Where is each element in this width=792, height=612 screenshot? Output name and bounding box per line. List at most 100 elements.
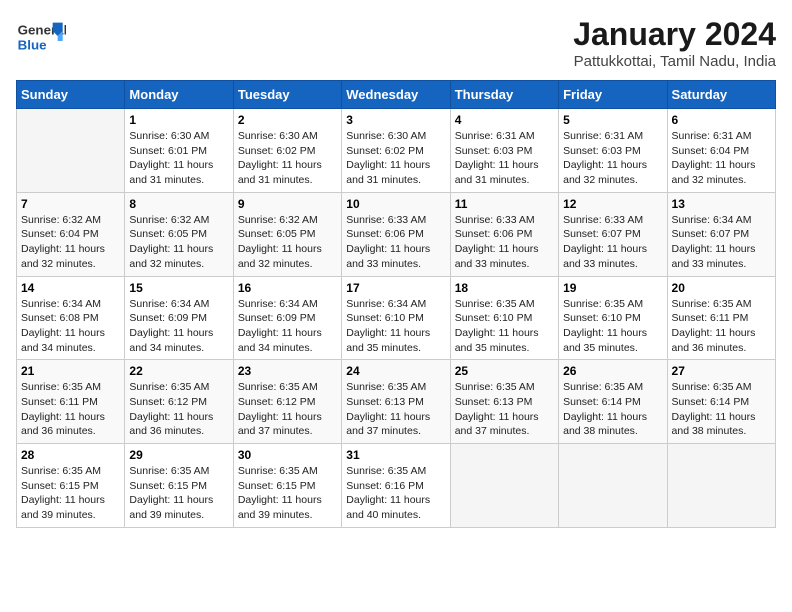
day-number: 5 — [563, 113, 662, 127]
calendar-cell: 26Sunrise: 6:35 AMSunset: 6:14 PMDayligh… — [559, 360, 667, 444]
calendar-cell: 27 Sunrise: 6:35 AMSunset: 6:14 PMDayligh… — [667, 360, 775, 444]
calendar-cell: 30 Sunrise: 6:35 AMSunset: 6:15 PMDayligh… — [233, 444, 341, 528]
day-info: Sunrise: 6:30 AMSunset: 6:02 PMDaylight:… — [346, 129, 445, 188]
day-info: Sunrise: 6:35 AMSunset: 6:12 PMDaylight:… — [238, 380, 337, 439]
calendar-cell: 17 Sunrise: 6:34 AMSunset: 6:10 PMDayligh… — [342, 276, 450, 360]
calendar-cell: 29Sunrise: 6:35 AMSunset: 6:15 PMDayligh… — [125, 444, 233, 528]
weekday-header-saturday: Saturday — [667, 81, 775, 109]
calendar-cell: 23 Sunrise: 6:35 AMSunset: 6:12 PMDayligh… — [233, 360, 341, 444]
day-info: Sunrise: 6:34 AMSunset: 6:09 PMDaylight:… — [129, 297, 228, 356]
day-number: 28 — [21, 448, 120, 462]
calendar-cell: 15 Sunrise: 6:34 AMSunset: 6:09 PMDayligh… — [125, 276, 233, 360]
subtitle: Pattukkottai, Tamil Nadu, India — [573, 53, 776, 70]
calendar-cell: 31 Sunrise: 6:35 AMSunset: 6:16 PMDayligh… — [342, 444, 450, 528]
calendar-table: SundayMondayTuesdayWednesdayThursdayFrid… — [16, 80, 776, 528]
calendar-cell: 10Sunrise: 6:33 AMSunset: 6:06 PMDayligh… — [342, 192, 450, 276]
calendar-cell: 18 Sunrise: 6:35 AMSunset: 6:10 PMDayligh… — [450, 276, 558, 360]
calendar-cell: 12 Sunrise: 6:33 AMSunset: 6:07 PMDayligh… — [559, 192, 667, 276]
day-number: 21 — [21, 364, 120, 378]
weekday-header-monday: Monday — [125, 81, 233, 109]
calendar-cell: 3 Sunrise: 6:30 AMSunset: 6:02 PMDaylight… — [342, 109, 450, 193]
day-number: 23 — [238, 364, 337, 378]
day-number: 24 — [346, 364, 445, 378]
svg-text:Blue: Blue — [18, 37, 47, 52]
weekday-header-row: SundayMondayTuesdayWednesdayThursdayFrid… — [17, 81, 776, 109]
day-number: 14 — [21, 281, 120, 295]
weekday-header-sunday: Sunday — [17, 81, 125, 109]
calendar-cell: 19 Sunrise: 6:35 AMSunset: 6:10 PMDayligh… — [559, 276, 667, 360]
calendar-cell — [450, 444, 558, 528]
weekday-header-friday: Friday — [559, 81, 667, 109]
calendar-week-2: 7 Sunrise: 6:32 AMSunset: 6:04 PMDaylight… — [17, 192, 776, 276]
day-number: 6 — [672, 113, 771, 127]
day-info: Sunrise: 6:35 AMSunset: 6:11 PMDaylight:… — [672, 297, 771, 356]
day-info: Sunrise: 6:34 AMSunset: 6:07 PMDaylight:… — [672, 213, 771, 272]
day-info: Sunrise: 6:33 AMSunset: 6:06 PMDaylight:… — [346, 213, 445, 272]
day-number: 27 — [672, 364, 771, 378]
page-header: General Blue January 2024 Pattukkottai, … — [16, 16, 776, 70]
day-number: 7 — [21, 197, 120, 211]
day-number: 8 — [129, 197, 228, 211]
calendar-cell: 16 Sunrise: 6:34 AMSunset: 6:09 PMDayligh… — [233, 276, 341, 360]
day-info: Sunrise: 6:35 AMSunset: 6:15 PMDaylight:… — [129, 464, 228, 523]
weekday-header-wednesday: Wednesday — [342, 81, 450, 109]
day-number: 3 — [346, 113, 445, 127]
day-info: Sunrise: 6:30 AMSunset: 6:02 PMDaylight:… — [238, 129, 337, 188]
day-info: Sunrise: 6:35 AMSunset: 6:10 PMDaylight:… — [563, 297, 662, 356]
calendar-cell: 1 Sunrise: 6:30 AMSunset: 6:01 PMDaylight… — [125, 109, 233, 193]
day-number: 25 — [455, 364, 554, 378]
day-number: 2 — [238, 113, 337, 127]
calendar-cell — [559, 444, 667, 528]
day-info: Sunrise: 6:35 AMSunset: 6:10 PMDaylight:… — [455, 297, 554, 356]
day-number: 17 — [346, 281, 445, 295]
day-info: Sunrise: 6:35 AMSunset: 6:15 PMDaylight:… — [238, 464, 337, 523]
day-number: 18 — [455, 281, 554, 295]
calendar-cell: 5 Sunrise: 6:31 AMSunset: 6:03 PMDaylight… — [559, 109, 667, 193]
day-info: Sunrise: 6:35 AMSunset: 6:11 PMDaylight:… — [21, 380, 120, 439]
logo-svg: General Blue — [16, 16, 66, 56]
calendar-cell: 14 Sunrise: 6:34 AMSunset: 6:08 PMDayligh… — [17, 276, 125, 360]
day-info: Sunrise: 6:30 AMSunset: 6:01 PMDaylight:… — [129, 129, 228, 188]
calendar-cell: 2 Sunrise: 6:30 AMSunset: 6:02 PMDaylight… — [233, 109, 341, 193]
day-number: 1 — [129, 113, 228, 127]
day-number: 26 — [563, 364, 662, 378]
day-info: Sunrise: 6:35 AMSunset: 6:15 PMDaylight:… — [21, 464, 120, 523]
day-info: Sunrise: 6:33 AMSunset: 6:07 PMDaylight:… — [563, 213, 662, 272]
calendar-cell — [667, 444, 775, 528]
day-number: 31 — [346, 448, 445, 462]
day-info: Sunrise: 6:35 AMSunset: 6:14 PMDaylight:… — [672, 380, 771, 439]
main-title: January 2024 — [573, 16, 776, 53]
day-number: 30 — [238, 448, 337, 462]
calendar-cell: 25Sunrise: 6:35 AMSunset: 6:13 PMDayligh… — [450, 360, 558, 444]
weekday-header-thursday: Thursday — [450, 81, 558, 109]
calendar-cell: 8 Sunrise: 6:32 AMSunset: 6:05 PMDaylight… — [125, 192, 233, 276]
day-info: Sunrise: 6:32 AMSunset: 6:04 PMDaylight:… — [21, 213, 120, 272]
day-info: Sunrise: 6:35 AMSunset: 6:16 PMDaylight:… — [346, 464, 445, 523]
calendar-header: SundayMondayTuesdayWednesdayThursdayFrid… — [17, 81, 776, 109]
calendar-cell: 9 Sunrise: 6:32 AMSunset: 6:05 PMDaylight… — [233, 192, 341, 276]
weekday-header-tuesday: Tuesday — [233, 81, 341, 109]
calendar-cell: 21 Sunrise: 6:35 AMSunset: 6:11 PMDayligh… — [17, 360, 125, 444]
day-info: Sunrise: 6:31 AMSunset: 6:03 PMDaylight:… — [455, 129, 554, 188]
day-number: 15 — [129, 281, 228, 295]
day-info: Sunrise: 6:34 AMSunset: 6:09 PMDaylight:… — [238, 297, 337, 356]
day-info: Sunrise: 6:34 AMSunset: 6:08 PMDaylight:… — [21, 297, 120, 356]
day-number: 19 — [563, 281, 662, 295]
day-info: Sunrise: 6:32 AMSunset: 6:05 PMDaylight:… — [238, 213, 337, 272]
day-number: 22 — [129, 364, 228, 378]
day-number: 12 — [563, 197, 662, 211]
title-block: January 2024 Pattukkottai, Tamil Nadu, I… — [573, 16, 776, 70]
day-number: 9 — [238, 197, 337, 211]
calendar-cell: 13Sunrise: 6:34 AMSunset: 6:07 PMDayligh… — [667, 192, 775, 276]
day-info: Sunrise: 6:31 AMSunset: 6:03 PMDaylight:… — [563, 129, 662, 188]
day-number: 16 — [238, 281, 337, 295]
day-info: Sunrise: 6:34 AMSunset: 6:10 PMDaylight:… — [346, 297, 445, 356]
calendar-cell: 28 Sunrise: 6:35 AMSunset: 6:15 PMDayligh… — [17, 444, 125, 528]
calendar-cell: 24Sunrise: 6:35 AMSunset: 6:13 PMDayligh… — [342, 360, 450, 444]
calendar-week-4: 21 Sunrise: 6:35 AMSunset: 6:11 PMDayligh… — [17, 360, 776, 444]
day-number: 20 — [672, 281, 771, 295]
calendar-cell: 6Sunrise: 6:31 AMSunset: 6:04 PMDaylight… — [667, 109, 775, 193]
day-info: Sunrise: 6:32 AMSunset: 6:05 PMDaylight:… — [129, 213, 228, 272]
day-number: 4 — [455, 113, 554, 127]
day-info: Sunrise: 6:35 AMSunset: 6:12 PMDaylight:… — [129, 380, 228, 439]
